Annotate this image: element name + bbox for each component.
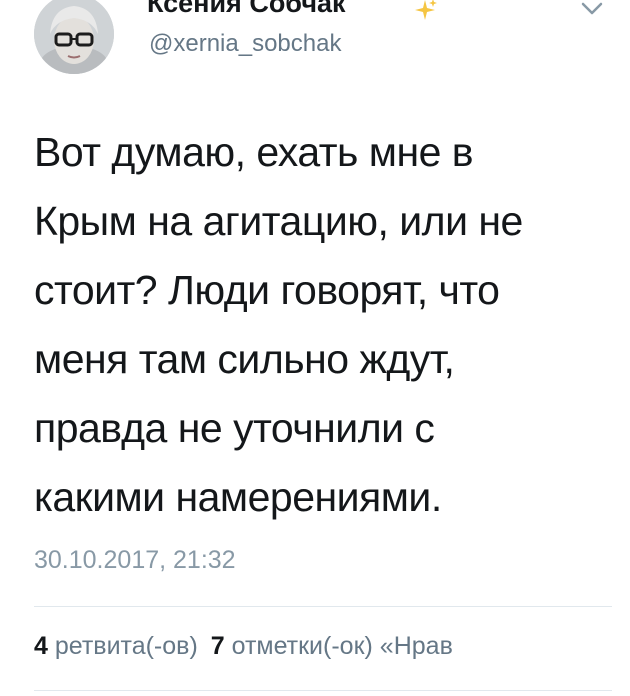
avatar-image	[34, 0, 114, 74]
likes-count[interactable]: 7	[211, 632, 225, 660]
stats-trailing-text[interactable]: «Нрав	[380, 632, 453, 660]
avatar[interactable]	[34, 0, 114, 74]
tweet-stats: 4 ретвита(-ов) 7 отметки(-ок) «Нрав	[34, 632, 453, 661]
chevron-down-icon[interactable]	[578, 0, 606, 18]
retweets-label[interactable]: ретвита(-ов)	[55, 632, 198, 660]
tweet-text: Вот думаю, ехать мне в Крым на агитацию,…	[34, 129, 523, 520]
divider	[34, 606, 612, 607]
display-name[interactable]: Ксения Собчак	[147, 0, 346, 19]
retweets-count[interactable]: 4	[34, 632, 48, 660]
tweet-timestamp[interactable]: 30.10.2017, 21:32	[34, 546, 236, 575]
divider-bottom	[34, 690, 612, 691]
user-handle[interactable]: @xernia_sobchak	[149, 30, 341, 58]
likes-label[interactable]: отметки(-ок)	[232, 632, 373, 660]
tweet-header: Ксения Собчак @xernia_sobchak	[0, 0, 630, 90]
sparkle-icon	[415, 0, 437, 20]
